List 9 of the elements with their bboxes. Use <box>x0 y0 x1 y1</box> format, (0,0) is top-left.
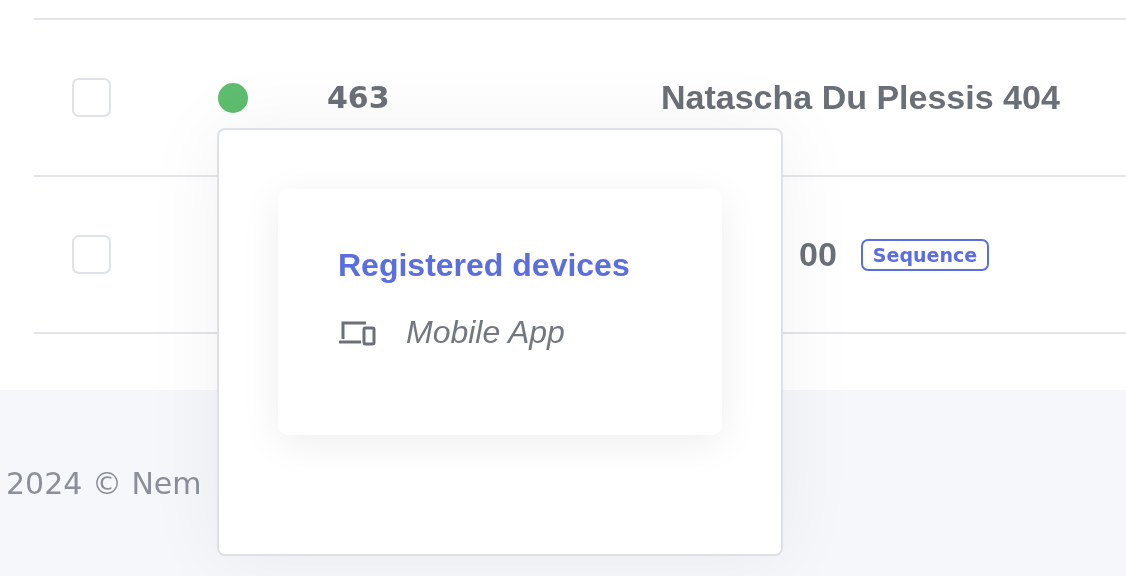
popover-title: Registered devices <box>338 247 631 284</box>
name-text: 00 <box>799 235 837 274</box>
name-text: Natascha Du Plessis 404 <box>661 78 1060 117</box>
row-checkbox[interactable] <box>72 78 111 117</box>
row-checkbox[interactable] <box>72 235 111 274</box>
device-label: Mobile App <box>406 314 565 351</box>
copyright-text: 2024 © Nem <box>6 465 202 501</box>
tag-badge: Sequence <box>860 238 990 271</box>
id-text: 463 <box>327 80 391 115</box>
